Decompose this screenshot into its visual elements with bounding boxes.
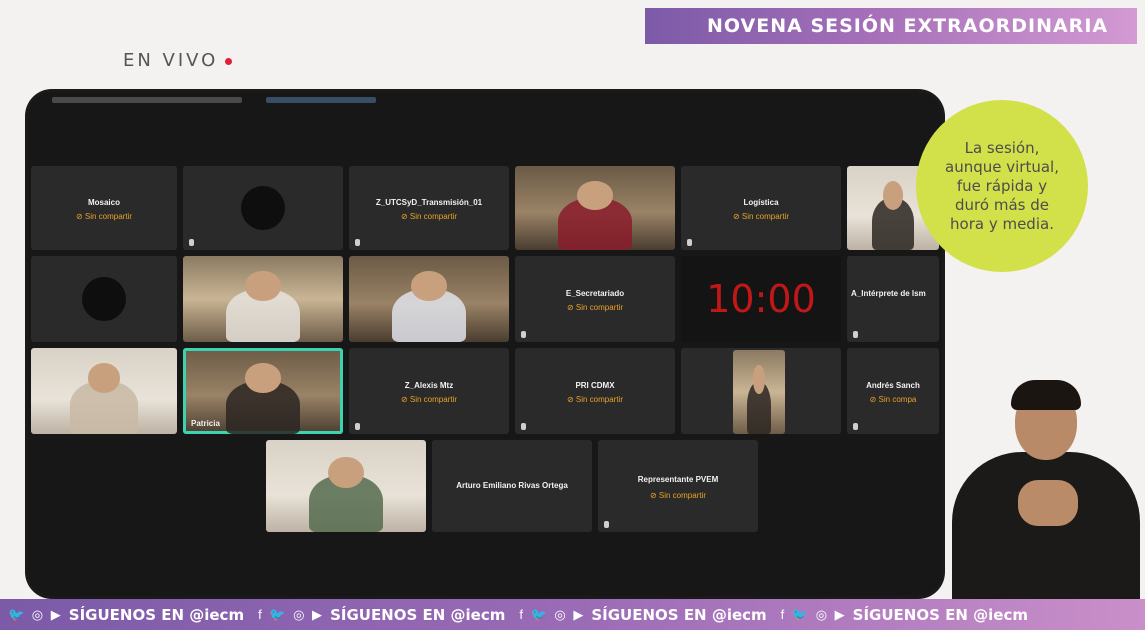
follow-text: SÍGUENOS EN @iecm <box>330 605 506 624</box>
ticker-segment: f 🐦 ◎ ▶ SÍGUENOS EN @iecm <box>519 606 766 624</box>
participant-status: ⊘ Sin compartir <box>566 395 624 405</box>
participant-face <box>577 181 613 210</box>
meeting-info <box>266 97 376 103</box>
live-label: EN VIVO <box>123 50 219 71</box>
participant-video[interactable] <box>31 348 177 434</box>
meeting-title-bar <box>52 94 592 106</box>
interpreter-body <box>952 452 1140 602</box>
participant-video-active-speaker[interactable]: Patricia <box>183 348 343 434</box>
participant-face <box>245 271 281 301</box>
participant-name: Z_Alexis Mtz <box>404 380 454 390</box>
participant-name: Mosaico <box>87 197 120 207</box>
live-indicator: EN VIVO <box>123 50 233 71</box>
participant-face <box>411 271 447 301</box>
social-icons: f 🐦 ◎ ▶ <box>258 606 325 622</box>
participant-tile[interactable]: Z_Alexis Mtz ⊘ Sin compartir <box>349 348 509 434</box>
follow-text: SÍGUENOS EN @iecm <box>68 605 245 624</box>
participant-face <box>245 363 281 393</box>
participant-tile[interactable]: Mosaico ⊘ Sin compartir <box>31 166 177 250</box>
participant-status: ⊘ Sin compa <box>869 395 917 405</box>
participant-face <box>87 363 121 393</box>
meeting-title <box>52 97 242 103</box>
participant-tile[interactable]: Andrés Sanch ⊘ Sin compa <box>847 348 939 434</box>
mic-muted-icon <box>687 239 692 246</box>
mic-muted-icon <box>853 423 858 430</box>
sign-language-interpreter <box>948 380 1145 602</box>
quote-text: La sesión, aunque virtual, fue rápida y … <box>945 138 1059 233</box>
participant-tile[interactable] <box>31 256 177 342</box>
participant-status: ⊘ Sin compartir <box>75 212 133 222</box>
participant-status: ⊘ Sin compartir <box>649 490 707 500</box>
social-icons: 🐦 ◎ ▶ <box>8 606 63 622</box>
participant-name: Patricia <box>191 419 220 428</box>
participant-face <box>882 181 904 210</box>
participant-video[interactable] <box>515 166 675 250</box>
avatar <box>241 186 285 230</box>
participant-face <box>753 365 765 394</box>
social-icons: f 🐦 ◎ ▶ <box>780 606 847 622</box>
mic-muted-icon <box>189 239 194 246</box>
video-meeting-window: Mosaico ⊘ Sin compartir Z_UTCSyD_Transmi… <box>28 92 942 596</box>
participant-name: A_Intérprete de lsm <box>851 288 926 298</box>
mic-muted-icon <box>521 331 526 338</box>
participant-tile[interactable]: E_Secretariado ⊘ Sin compartir <box>515 256 675 342</box>
participant-video[interactable] <box>266 440 426 532</box>
mic-muted-icon <box>521 423 526 430</box>
mic-muted-icon <box>604 521 609 528</box>
session-banner: NOVENA SESIÓN EXTRAORDINARIA <box>645 8 1137 44</box>
quote-callout: La sesión, aunque virtual, fue rápida y … <box>916 100 1088 272</box>
mic-muted-icon <box>355 239 360 246</box>
participant-tile[interactable]: Arturo Emiliano Rivas Ortega <box>432 440 592 532</box>
follow-text: SÍGUENOS EN @iecm <box>852 605 1028 624</box>
participant-video[interactable] <box>349 256 509 342</box>
participant-status: ⊘ Sin compartir <box>400 395 458 405</box>
ticker-segment: f 🐦 ◎ ▶ SÍGUENOS EN @iecm <box>258 606 505 624</box>
avatar <box>82 277 126 321</box>
interpreter-hair <box>1011 380 1081 410</box>
participant-name: Arturo Emiliano Rivas Ortega <box>456 481 568 491</box>
participant-video[interactable] <box>183 256 343 342</box>
participant-status: ⊘ Sin compartir <box>732 212 790 222</box>
participant-tile[interactable] <box>183 166 343 250</box>
participant-tile[interactable]: Representante PVEM ⊘ Sin compartir <box>598 440 758 532</box>
live-dot-icon <box>225 57 233 65</box>
session-title: NOVENA SESIÓN EXTRAORDINARIA <box>707 15 1109 37</box>
participant-name: E_Secretariado <box>565 288 625 298</box>
follow-text: SÍGUENOS EN @iecm <box>591 605 767 624</box>
participant-status: ⊘ Sin compartir <box>400 212 458 222</box>
participant-tile[interactable]: A_Intérprete de lsm <box>847 256 939 342</box>
clock-display: 10:00 <box>706 277 816 321</box>
interpreter-hands <box>1018 480 1078 526</box>
participant-name: Andrés Sanch <box>866 380 920 390</box>
mic-muted-icon <box>853 331 858 338</box>
participant-tile[interactable]: Logística ⊘ Sin compartir <box>681 166 841 250</box>
participant-tile[interactable] <box>681 348 841 434</box>
participant-face <box>328 456 364 488</box>
participant-name: Z_UTCSyD_Transmisión_01 <box>375 197 483 207</box>
participant-name: Representante PVEM <box>637 474 719 484</box>
participant-name: PRI CDMX <box>575 380 615 390</box>
social-icons: f 🐦 ◎ ▶ <box>519 606 586 622</box>
follow-ticker: 🐦 ◎ ▶ SÍGUENOS EN @iecm f 🐦 ◎ ▶ SÍGUENOS… <box>0 599 1145 630</box>
ticker-segment: f 🐦 ◎ ▶ SÍGUENOS EN @iecm <box>781 606 1028 624</box>
participant-video <box>733 350 785 434</box>
participant-tile[interactable]: Z_UTCSyD_Transmisión_01 ⊘ Sin compartir <box>349 166 509 250</box>
participant-tile[interactable]: 10:00 <box>681 256 841 342</box>
ticker-segment: 🐦 ◎ ▶ SÍGUENOS EN @iecm <box>8 606 244 624</box>
participant-name: Logística <box>743 197 779 207</box>
participant-status: ⊘ Sin compartir <box>566 303 624 313</box>
mic-muted-icon <box>355 423 360 430</box>
participant-tile[interactable]: PRI CDMX ⊘ Sin compartir <box>515 348 675 434</box>
